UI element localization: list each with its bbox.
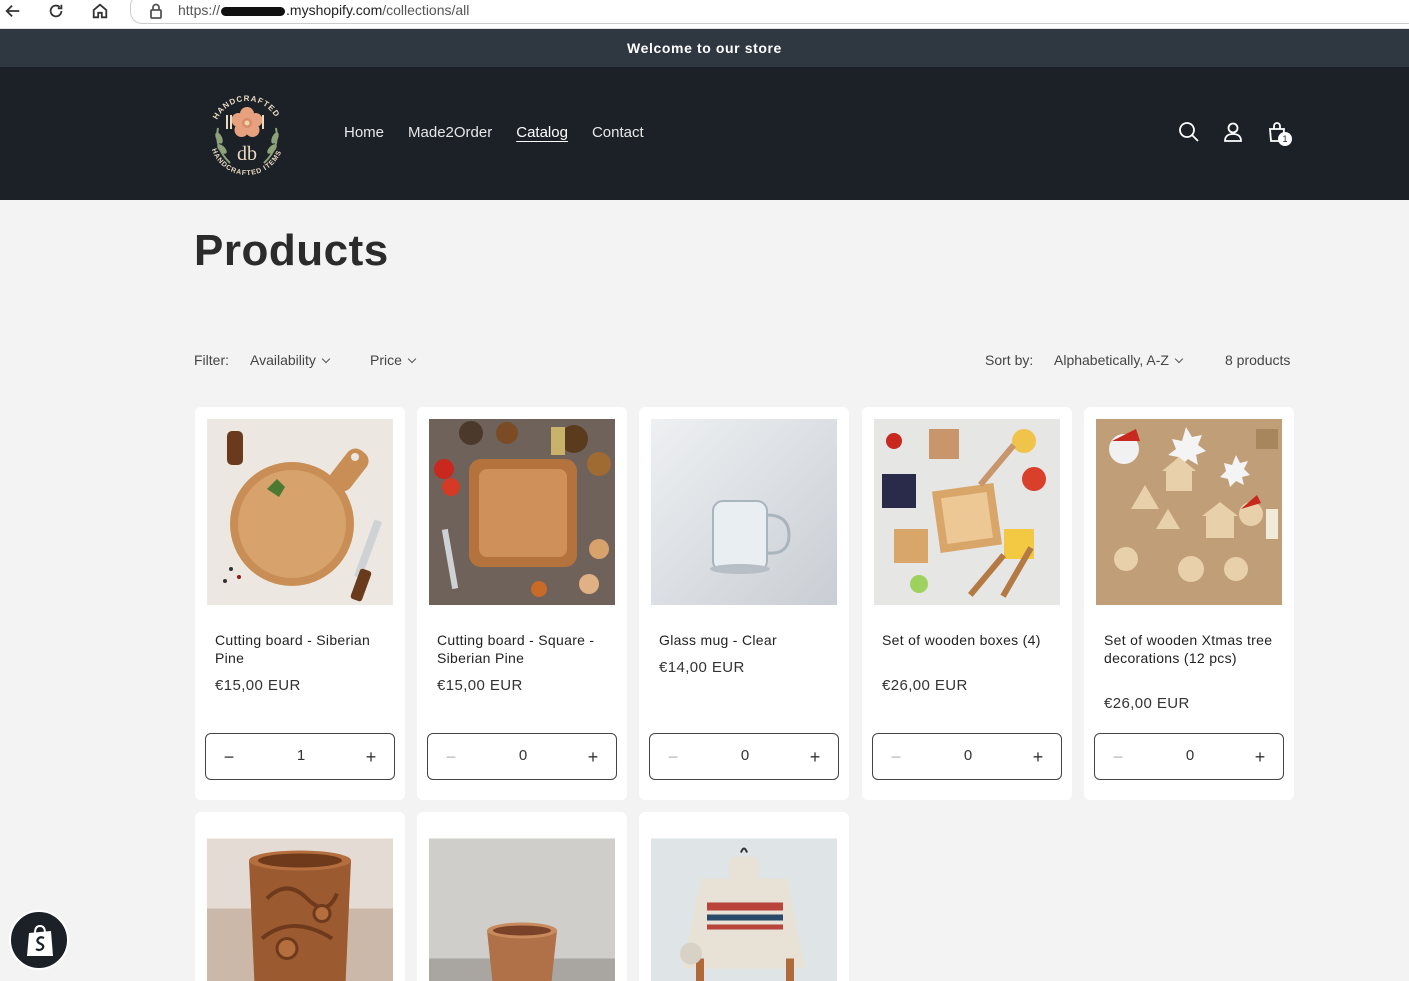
url-domain: .myshopify.com — [286, 2, 383, 18]
product-price: €26,00 EUR — [882, 677, 968, 694]
quantity-input[interactable]: 1 — [276, 747, 326, 764]
product-image[interactable] — [207, 419, 393, 605]
product-card[interactable]: Set of wooden Xtmas tree decorations (12… — [1084, 407, 1294, 800]
nav-catalog[interactable]: Catalog — [516, 124, 568, 141]
quantity-increase-button[interactable]: + — [1027, 746, 1049, 768]
sort-label: Sort by: — [985, 352, 1034, 368]
quantity-decrease-button[interactable]: − — [218, 746, 240, 768]
product-image[interactable] — [651, 419, 837, 605]
product-title[interactable]: Set of wooden Xtmas tree decorations (12… — [1104, 631, 1274, 667]
product-title[interactable]: Cutting board - Siberian Pine — [215, 631, 385, 667]
quantity-increase-button[interactable]: + — [1249, 746, 1271, 768]
browser-toolbar: https:// .myshopify.com/collections/all — [0, 0, 1409, 29]
shopify-bag-icon[interactable] — [9, 910, 69, 970]
url-text: https:// .myshopify.com/collections/all — [178, 2, 469, 18]
product-count: 8 products — [1225, 352, 1291, 368]
home-icon[interactable] — [91, 2, 113, 24]
filter-availability-label: Availability — [250, 352, 316, 368]
product-title[interactable]: Cutting board - Square - Siberian Pine — [437, 631, 607, 667]
product-title[interactable]: Set of wooden boxes (4) — [882, 631, 1052, 649]
url-path: /collections/all — [382, 2, 470, 18]
product-card[interactable] — [195, 812, 405, 981]
product-image[interactable] — [1096, 419, 1282, 605]
product-card[interactable]: Set of wooden boxes (4) €26,00 EUR − 0 + — [862, 407, 1072, 800]
svg-text:db: db — [237, 143, 257, 165]
product-card[interactable]: Glass mug - Clear €14,00 EUR − 0 + — [639, 407, 849, 800]
nav-home[interactable]: Home — [344, 124, 384, 141]
quantity-increase-button[interactable]: + — [582, 746, 604, 768]
product-image[interactable] — [429, 419, 615, 605]
nav-made2order[interactable]: Made2Order — [408, 124, 492, 141]
product-card[interactable] — [639, 812, 849, 981]
quantity-increase-button[interactable]: + — [360, 746, 382, 768]
product-card[interactable] — [417, 812, 627, 981]
filter-price-label: Price — [370, 352, 402, 368]
product-card[interactable]: Cutting board - Square - Siberian Pine €… — [417, 407, 627, 800]
quantity-stepper: − 0 + — [1094, 733, 1284, 780]
search-icon[interactable] — [1178, 121, 1202, 145]
chevron-down-icon — [407, 354, 417, 364]
quantity-decrease-button[interactable]: − — [662, 746, 684, 768]
main-nav: Home Made2Order Catalog Contact — [344, 124, 668, 141]
url-prefix: https:// — [178, 2, 221, 18]
account-icon[interactable] — [1222, 121, 1246, 145]
filter-price[interactable]: Price — [370, 352, 417, 368]
quantity-stepper: − 0 + — [872, 733, 1062, 780]
quantity-input[interactable]: 0 — [720, 747, 770, 764]
announcement-bar: Welcome to our store — [0, 29, 1409, 67]
filter-bar: Filter: Availability Price Sort by: Alph… — [194, 352, 1294, 372]
quantity-decrease-button[interactable]: − — [885, 746, 907, 768]
refresh-icon[interactable] — [47, 2, 69, 24]
site-header: HANDCRAFTED HANDCRAFTED ITEMS db Home Ma… — [0, 67, 1409, 200]
address-bar[interactable]: https:// .myshopify.com/collections/all — [130, 0, 1409, 24]
product-price: €14,00 EUR — [659, 659, 745, 676]
product-price: €15,00 EUR — [437, 677, 523, 694]
product-image[interactable] — [207, 824, 393, 981]
product-card[interactable]: Cutting board - Siberian Pine €15,00 EUR… — [195, 407, 405, 800]
quantity-decrease-button[interactable]: − — [440, 746, 462, 768]
cart-count-badge: 1 — [1278, 132, 1292, 146]
product-image[interactable] — [651, 824, 837, 981]
quantity-stepper: − 0 + — [649, 733, 839, 780]
store-logo[interactable]: HANDCRAFTED HANDCRAFTED ITEMS db — [196, 83, 298, 185]
chevron-down-icon — [1174, 354, 1184, 364]
nav-contact[interactable]: Contact — [592, 124, 644, 141]
page-title: Products — [194, 226, 389, 275]
quantity-decrease-button[interactable]: − — [1107, 746, 1129, 768]
redacted-subdomain — [221, 6, 286, 16]
quantity-increase-button[interactable]: + — [804, 746, 826, 768]
product-price: €15,00 EUR — [215, 677, 301, 694]
quantity-stepper: − 0 + — [427, 733, 617, 780]
product-image[interactable] — [429, 824, 615, 981]
quantity-input[interactable]: 0 — [943, 747, 993, 764]
filter-label: Filter: — [194, 352, 229, 368]
quantity-input[interactable]: 0 — [1165, 747, 1215, 764]
product-title[interactable]: Glass mug - Clear — [659, 631, 829, 649]
quantity-stepper: − 1 + — [205, 733, 395, 780]
lock-icon — [149, 3, 163, 24]
sort-select-value: Alphabetically, A-Z — [1054, 352, 1169, 368]
product-image[interactable] — [874, 419, 1060, 605]
chevron-down-icon — [321, 354, 331, 364]
sort-select[interactable]: Alphabetically, A-Z — [1054, 352, 1184, 368]
cart-icon[interactable]: 1 — [1266, 121, 1292, 146]
quantity-input[interactable]: 0 — [498, 747, 548, 764]
filter-availability[interactable]: Availability — [250, 352, 331, 368]
product-price: €26,00 EUR — [1104, 695, 1190, 712]
back-icon[interactable] — [4, 2, 26, 24]
